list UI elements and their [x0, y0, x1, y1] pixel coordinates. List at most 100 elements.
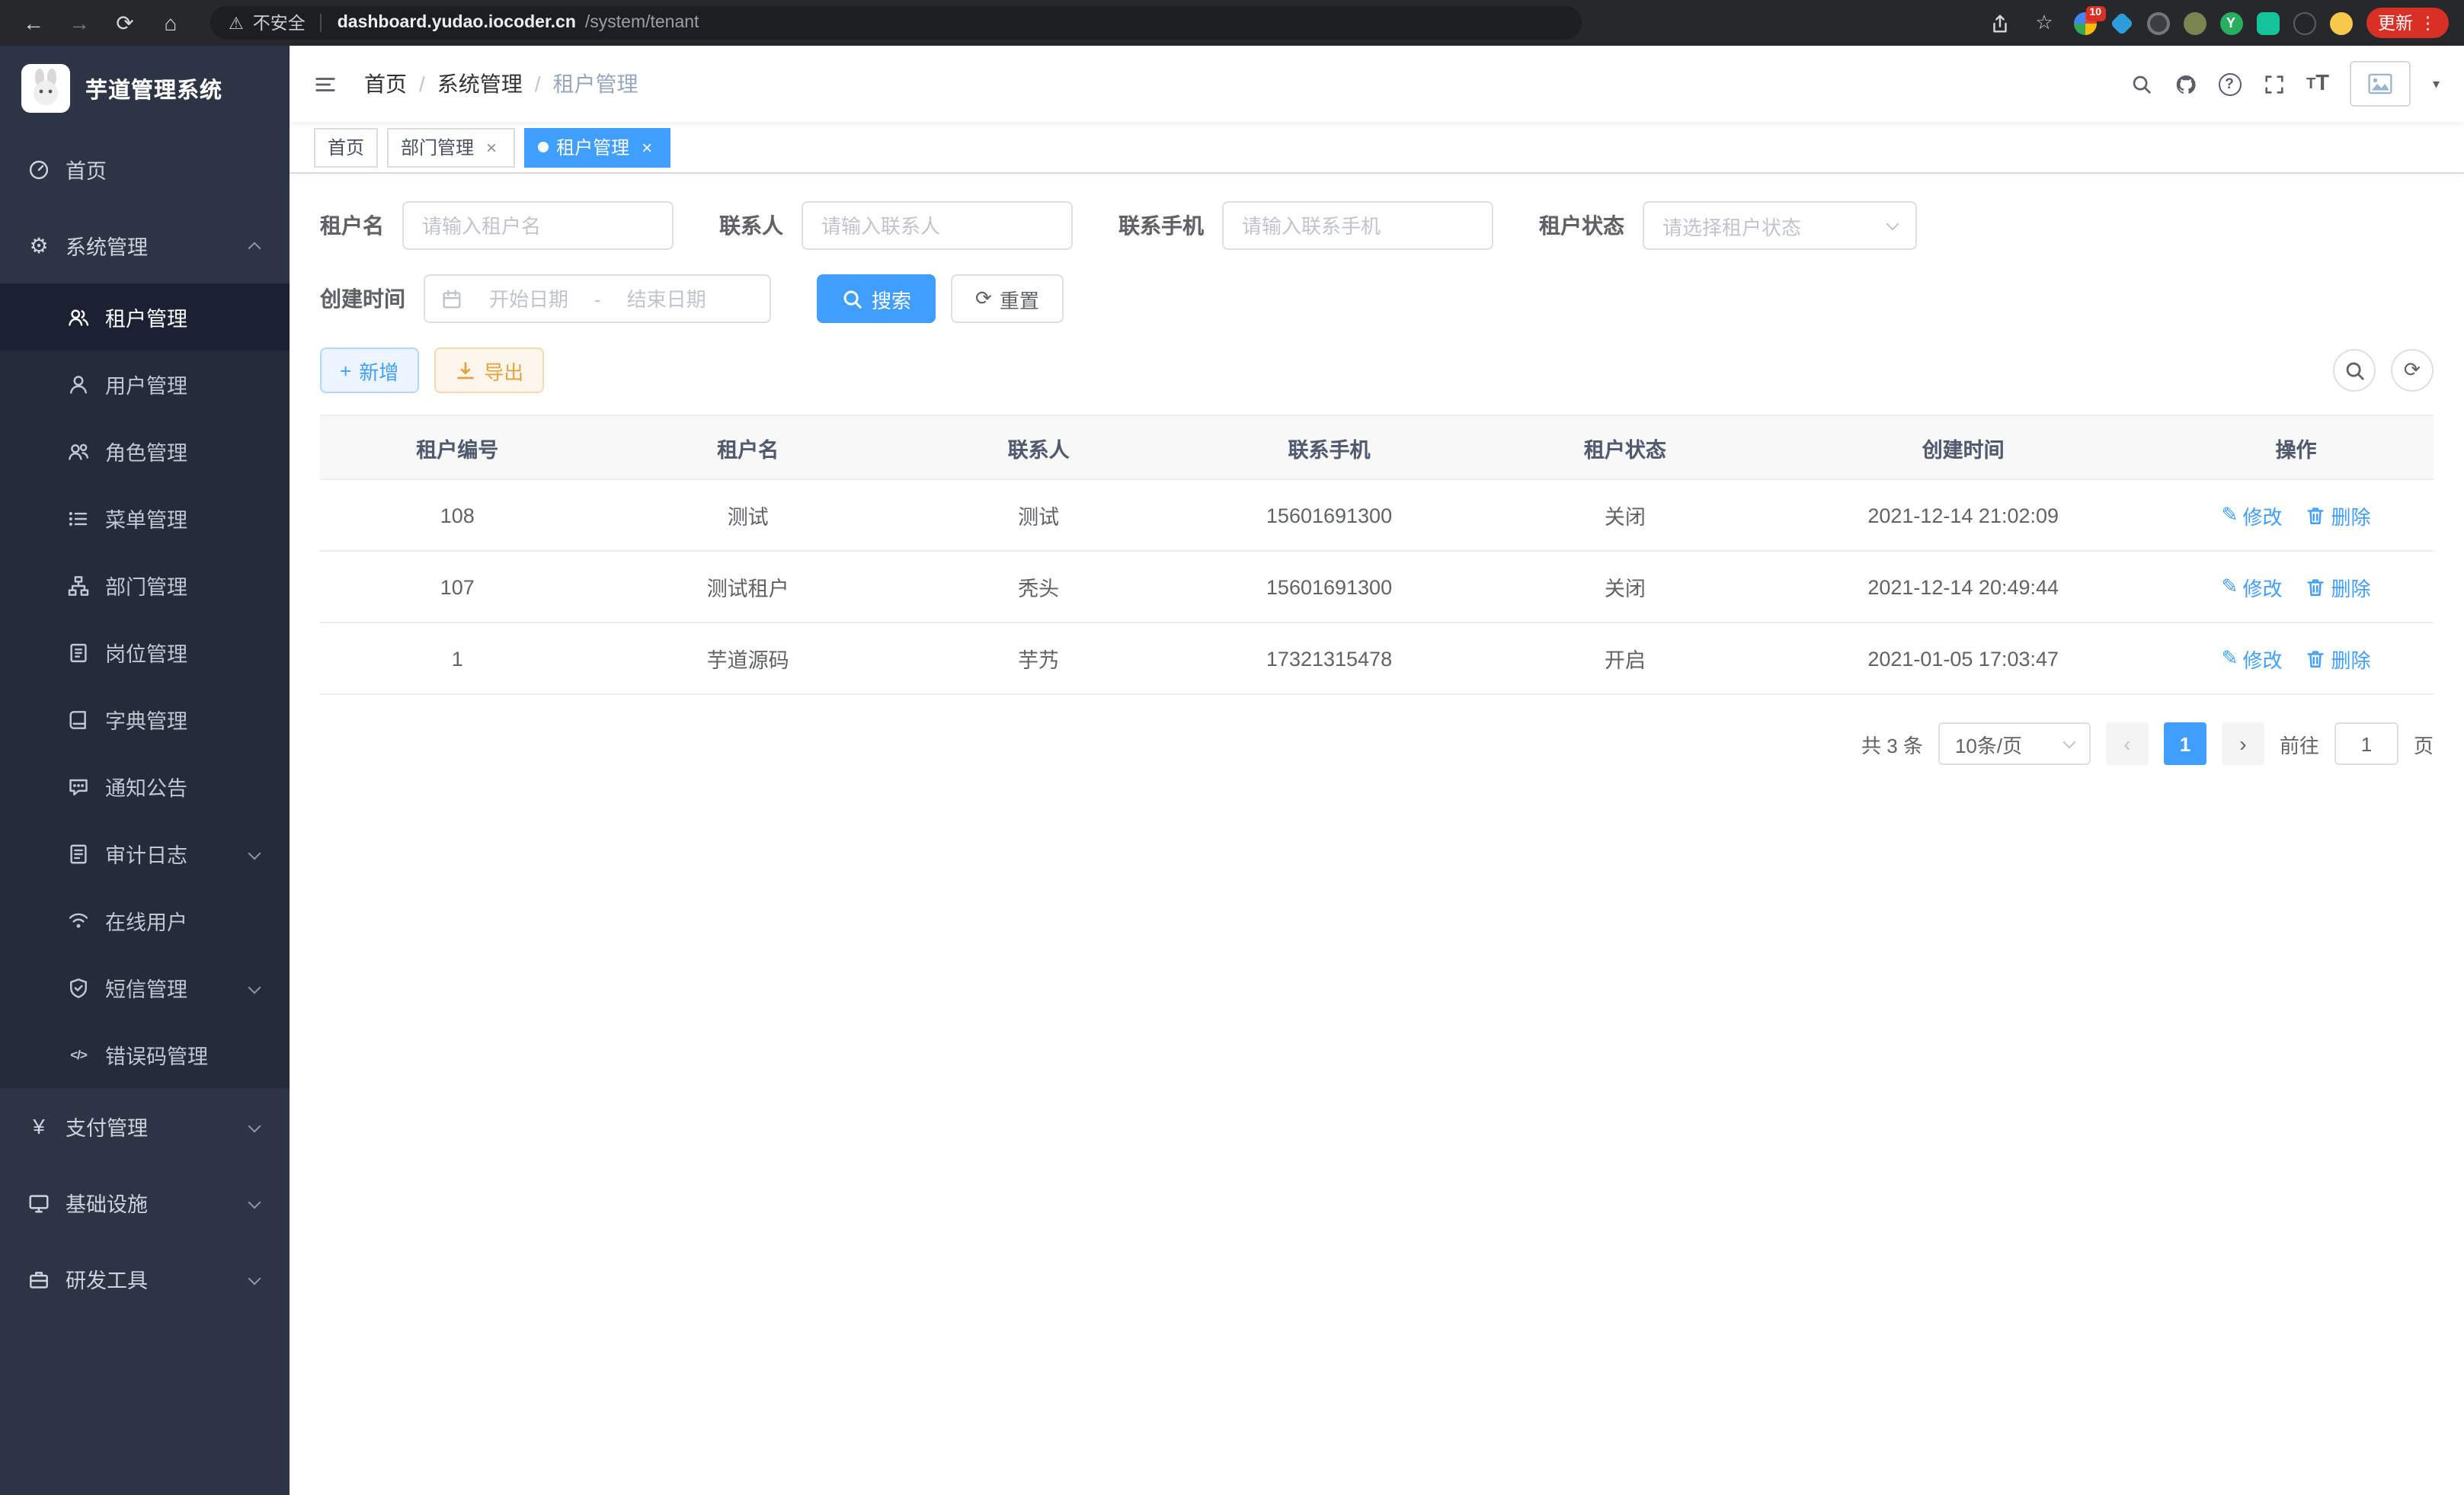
sidebar-item-label: 短信管理 — [105, 972, 235, 1003]
font-size-small: T — [2306, 75, 2315, 92]
column-header: 租户名 — [595, 432, 901, 463]
breadcrumb-home[interactable]: 首页 — [364, 69, 407, 99]
avatar-caret-icon[interactable]: ▾ — [2433, 75, 2440, 92]
extension-pin-icon[interactable] — [2293, 11, 2315, 34]
sidebar-item-audit-log[interactable]: 审计日志 — [0, 820, 290, 887]
browser-update-button[interactable]: 更新 ⋮ — [2366, 8, 2449, 38]
delete-button[interactable]: 删除 — [2303, 644, 2370, 673]
sidebar-item-dept[interactable]: 部门管理 — [0, 552, 290, 619]
tenant-users-icon — [67, 306, 90, 328]
github-icon[interactable] — [2174, 72, 2197, 95]
sidebar-item-tenant[interactable]: 租户管理 — [0, 283, 290, 351]
filter-contact: 联系人 — [719, 201, 1073, 250]
reset-button[interactable]: ⟳ 重置 — [951, 274, 1064, 323]
fullscreen-icon[interactable] — [2262, 72, 2285, 95]
extension-slots-icon[interactable]: 10 — [2073, 11, 2096, 34]
address-bar[interactable]: ⚠ 不安全 dashboard.yudao.iocoder.cn/system/… — [210, 6, 1582, 40]
add-button[interactable]: + 新增 — [320, 347, 418, 393]
extension-emoji-icon[interactable] — [2329, 11, 2352, 34]
sidebar-item-menu[interactable]: 菜单管理 — [0, 485, 290, 552]
sidebar-item-payment[interactable]: ¥ 支付管理 — [0, 1088, 290, 1164]
share-icon[interactable] — [1985, 8, 2015, 38]
close-icon[interactable]: × — [482, 137, 501, 157]
page-size-select[interactable]: 10条/页 — [1938, 722, 2091, 765]
mobile-label: 联系手机 — [1118, 210, 1204, 241]
sidebar-item-system[interactable]: ⚙ 系统管理 — [0, 207, 290, 283]
extension-diamond-icon[interactable] — [2109, 11, 2133, 34]
tab-home[interactable]: 首页 — [314, 127, 378, 167]
cell-status: 开启 — [1483, 643, 1768, 674]
sidebar-item-sms[interactable]: 短信管理 — [0, 954, 290, 1021]
delete-button[interactable]: 删除 — [2303, 572, 2370, 601]
browser-home-button[interactable]: ⌂ — [152, 5, 189, 41]
tab-tenant[interactable]: 租户管理 × — [524, 127, 670, 167]
browser-back-button[interactable]: ← — [15, 5, 52, 41]
extension-dark-icon[interactable] — [2146, 11, 2169, 34]
cell-tenant-id: 107 — [320, 575, 595, 598]
browser-forward-button[interactable]: → — [61, 5, 98, 41]
refresh-table-button[interactable]: ⟳ — [2391, 349, 2434, 392]
delete-label: 删除 — [2331, 644, 2370, 673]
omnibox-divider — [321, 14, 322, 32]
sidebar-item-post[interactable]: 岗位管理 — [0, 619, 290, 686]
sidebar-item-dev-tools[interactable]: 研发工具 — [0, 1240, 290, 1317]
bookmark-star-icon[interactable]: ☆ — [2029, 8, 2059, 38]
url-path: /system/tenant — [585, 14, 699, 32]
export-button[interactable]: 导出 — [434, 347, 543, 393]
current-page[interactable]: 1 — [2164, 722, 2206, 765]
sidebar-item-role[interactable]: 角色管理 — [0, 418, 290, 485]
sidebar-item-label: 基础设施 — [66, 1187, 235, 1218]
monitor-icon — [27, 1191, 50, 1214]
cell-mobile: 15601691300 — [1176, 504, 1482, 527]
tab-label: 部门管理 — [401, 134, 474, 160]
date-end-input[interactable] — [610, 286, 723, 312]
edit-button[interactable]: ✎ 修改 — [2222, 501, 2283, 530]
sidebar-item-error-code[interactable]: </> 错误码管理 — [0, 1021, 290, 1088]
browser-reload-button[interactable]: ⟳ — [107, 5, 143, 41]
prev-page-button[interactable]: ‹ — [2106, 722, 2149, 765]
help-icon[interactable]: ? — [2218, 72, 2241, 95]
sidebar-item-notice[interactable]: 通知公告 — [0, 753, 290, 820]
status-select[interactable]: 请选择租户状态 — [1643, 201, 1917, 250]
toggle-search-button[interactable] — [2333, 349, 2376, 392]
delete-button[interactable]: 删除 — [2303, 501, 2370, 530]
sidebar-item-dict[interactable]: 字典管理 — [0, 686, 290, 753]
search-button[interactable]: 搜索 — [817, 274, 936, 323]
sidebar-item-infrastructure[interactable]: 基础设施 — [0, 1164, 290, 1240]
tab-dept[interactable]: 部门管理 × — [387, 127, 515, 167]
sidebar-fold-button[interactable] — [314, 72, 349, 95]
plus-icon: + — [340, 359, 351, 382]
tenant-name-input[interactable] — [402, 201, 674, 250]
column-header: 联系人 — [901, 432, 1176, 463]
date-range-picker[interactable]: - — [424, 274, 771, 323]
next-page-button[interactable]: › — [2222, 722, 2264, 765]
mobile-input[interactable] — [1222, 201, 1493, 250]
edit-pencil-icon: ✎ — [2222, 503, 2238, 527]
breadcrumb-system[interactable]: 系统管理 — [437, 69, 523, 99]
cell-contact: 芋艿 — [901, 643, 1176, 674]
extension-y-icon[interactable]: Y — [2219, 11, 2242, 34]
extension-olive-icon[interactable] — [2183, 11, 2206, 34]
cell-contact: 测试 — [901, 500, 1176, 530]
sidebar-item-online-users[interactable]: 在线用户 — [0, 887, 290, 954]
edit-button[interactable]: ✎ 修改 — [2222, 572, 2283, 601]
breadcrumb-separator: / — [419, 72, 425, 96]
gear-icon: ⚙ — [27, 235, 50, 256]
avatar[interactable] — [2350, 61, 2411, 107]
font-size-icon[interactable]: TT — [2306, 72, 2329, 96]
sidebar-item-label: 通知公告 — [105, 771, 262, 802]
app-logo[interactable]: 芋道管理系统 — [0, 46, 290, 131]
app-title: 芋道管理系统 — [85, 72, 222, 104]
sidebar-item-home[interactable]: 首页 — [0, 131, 290, 207]
edit-button[interactable]: ✎ 修改 — [2222, 644, 2283, 673]
close-icon[interactable]: × — [637, 137, 657, 157]
sidebar-item-user[interactable]: 用户管理 — [0, 351, 290, 418]
search-icon[interactable] — [2130, 72, 2152, 95]
cell-tenant-name: 芋道源码 — [595, 643, 901, 674]
date-start-input[interactable] — [472, 286, 585, 312]
refresh-icon: ⟳ — [975, 287, 992, 311]
extension-teal-icon[interactable] — [2256, 11, 2279, 34]
contact-input[interactable] — [802, 201, 1073, 250]
dashboard-icon — [27, 158, 50, 181]
goto-page-input[interactable] — [2334, 722, 2398, 765]
